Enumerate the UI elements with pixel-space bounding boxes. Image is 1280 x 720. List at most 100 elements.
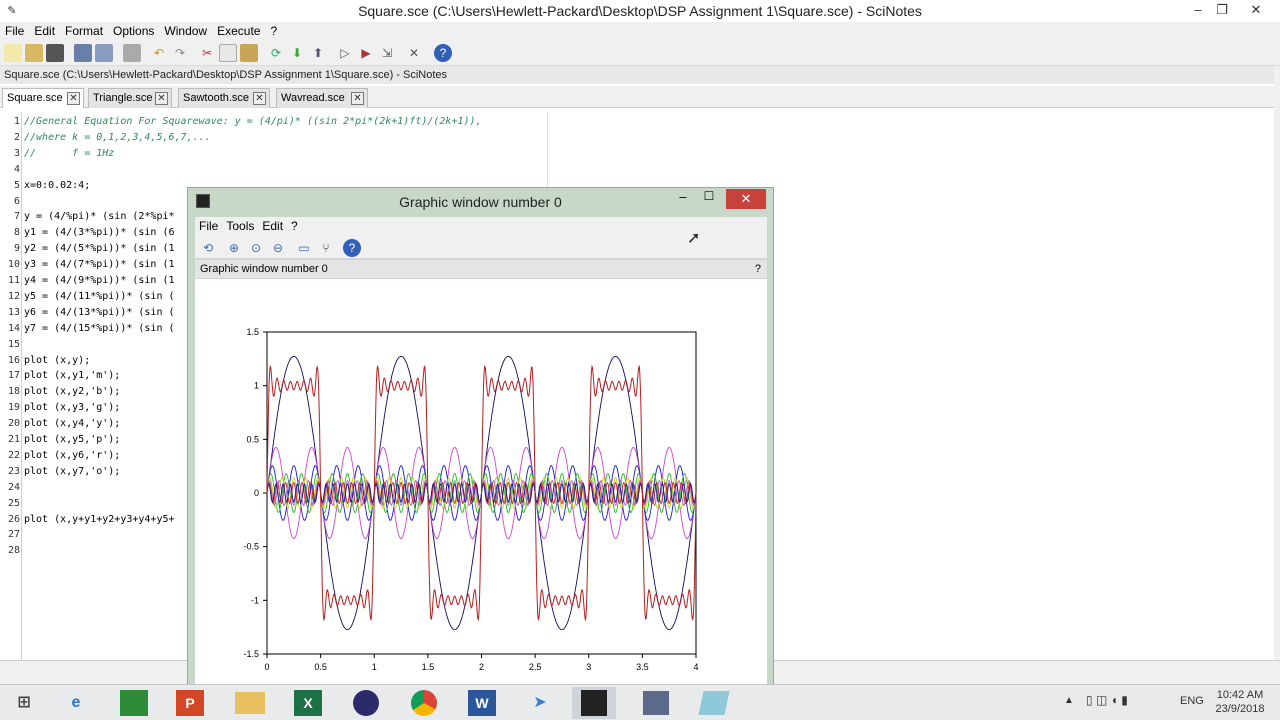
code-line[interactable]: y1 = (4/(3*%pi))* (sin (6 [24,227,175,238]
line-number: 13 [7,306,20,318]
menu-window[interactable]: Window [159,22,212,40]
excel-icon[interactable]: X [294,690,322,716]
graphic-help-icon[interactable]: ? [343,239,361,257]
graphic-label-help[interactable]: ? [755,263,761,275]
close-tab-icon[interactable]: ✕ [67,92,80,105]
code-line[interactable]: plot (x,y1,'m'); [24,370,120,381]
graphic-close-button[interactable]: ✕ [726,189,766,209]
line-number: 19 [7,402,20,414]
graphic-minimize-button[interactable]: – [673,189,693,204]
zoom-out-icon[interactable]: ⊖ [269,239,287,257]
code-line[interactable]: plot (x,y+y1+y2+y3+y4+y5+ [24,514,175,525]
menu-execute[interactable]: Execute [212,22,265,40]
undo-icon[interactable]: ↶ [150,44,168,62]
run-with-echo-icon[interactable]: ▶ [357,44,375,62]
menu-help[interactable]: ? [265,22,282,40]
menu-format[interactable]: Format [60,22,108,40]
code-line[interactable]: y6 = (4/(13*%pi))* (sin ( [24,307,175,318]
file-explorer-icon[interactable] [235,692,265,714]
code-line[interactable]: // f = 1Hz [24,148,114,159]
word-icon[interactable]: W [468,690,496,716]
help-icon[interactable]: ? [434,44,452,62]
scilab-taskbar-icon[interactable] [581,690,607,716]
save-icon[interactable] [74,44,92,62]
execute-save-icon[interactable]: ⬇ [288,44,306,62]
code-line[interactable]: y = (4/%pi)* (sin (2*%pi* [24,211,175,222]
close-tab-icon[interactable]: ✕ [351,92,364,105]
graphic-menu-tools[interactable]: Tools [222,217,258,235]
code-line[interactable]: plot (x,y2,'b'); [24,386,120,397]
tab-square[interactable]: Square.sce ✕ [2,88,84,108]
run-until-caret-icon[interactable]: ⇲ [378,44,396,62]
open-folder-icon[interactable] [25,44,43,62]
tab-wavread[interactable]: Wavread.sce ✕ [276,88,368,108]
open-recent-icon[interactable] [46,44,64,62]
code-line[interactable]: y4 = (4/(9*%pi))* (sin (1 [24,275,175,286]
menu-file[interactable]: File [0,22,29,40]
maximize-button[interactable]: ❐ [1208,0,1236,20]
plot-canvas[interactable]: 0 0.5 1 1.5 2 2.5 3 3.5 4 1.5 1 0.5 0 -0.5 -1 -1.5 [195,279,767,684]
close-button[interactable]: ✕ [1236,0,1276,20]
project-icon[interactable] [120,690,148,716]
code-line[interactable]: y5 = (4/(11*%pi))* (sin ( [24,291,175,302]
glass-app-icon[interactable] [698,691,730,715]
code-line[interactable]: plot (x,y); [24,355,90,366]
datatip-icon[interactable]: ▭ [295,239,313,257]
find-replace-icon[interactable]: ⟳ [267,44,285,62]
zoom-in-icon[interactable]: ⊕ [225,239,243,257]
code-line[interactable]: x=0:0.02:4; [24,180,90,191]
code-line[interactable]: y3 = (4/(7*%pi))* (sin (1 [24,259,175,270]
line-number: 2 [13,131,20,143]
clock[interactable]: 10:42 AM 23/9/2018 [1212,688,1268,716]
menu-edit[interactable]: Edit [29,22,60,40]
new-file-icon[interactable] [4,44,22,62]
code-line[interactable]: plot (x,y3,'g'); [24,402,120,413]
line-number: 1 [13,116,20,127]
paste-icon[interactable] [240,44,258,62]
code-line[interactable]: //General Equation For Squarewave: y = (… [24,116,482,127]
save-as-icon[interactable] [95,44,113,62]
zoom-area-icon[interactable]: ⊙ [247,239,265,257]
tools-icon[interactable]: ✕ [405,44,423,62]
cut-icon[interactable]: ✂ [198,44,216,62]
redo-icon[interactable]: ↷ [171,44,189,62]
code-line[interactable]: plot (x,y7,'o'); [24,466,120,477]
tray-up-arrow-icon[interactable]: ▲ [1064,695,1074,706]
run-icon[interactable]: ▷ [336,44,354,62]
editor-icon[interactable]: ⑂ [317,239,335,257]
close-tab-icon[interactable]: ✕ [253,92,266,105]
line-number: 10 [7,259,20,271]
graphic-maximize-button[interactable]: ☐ [699,189,719,203]
code-line[interactable]: y7 = (4/(15*%pi))* (sin ( [24,323,175,334]
language-indicator[interactable]: ENG [1180,695,1204,707]
chart-svg: 0 0.5 1 1.5 2 2.5 3 3.5 4 1.5 1 0.5 0 -0.5 -1 -1.5 [243,327,698,672]
copy-icon[interactable] [219,44,237,62]
graphic-menu-edit[interactable]: Edit [258,217,287,235]
code-line[interactable]: //where k = 0,1,2,3,4,5,6,7,... [24,132,211,143]
powerpoint-icon[interactable]: P [176,690,204,716]
start-button-icon[interactable]: ⊞ [2,687,46,719]
tab-triangle[interactable]: Triangle.sce ✕ [88,88,172,108]
app-bird-icon[interactable]: ➤ [518,687,562,719]
chrome-icon[interactable] [411,690,437,716]
load-into-scilab-icon[interactable]: ⬆ [309,44,327,62]
internet-explorer-icon[interactable]: e [54,687,98,719]
graphic-menu-help[interactable]: ? [287,217,302,235]
vertical-scrollbar[interactable] [1274,66,1280,660]
code-line[interactable]: y2 = (4/(5*%pi))* (sin (1 [24,243,175,254]
menu-bar: File Edit Format Options Window Execute? [0,22,1280,40]
eclipse-icon[interactable] [353,690,379,716]
rotate-icon[interactable]: ⟲ [199,239,217,257]
print-icon[interactable] [123,44,141,62]
line-number: 9 [13,243,20,255]
graphic-window[interactable]: Graphic window number 0 – ☐ ✕ File Tools E… [187,187,774,687]
close-tab-icon[interactable]: ✕ [155,92,168,105]
code-line[interactable]: plot (x,y4,'y'); [24,418,120,429]
tab-sawtooth[interactable]: Sawtooth.sce ✕ [178,88,270,108]
tray-icons[interactable]: ▯ ◫ ◖ ▮ [1086,693,1128,707]
graphic-menu-file[interactable]: File [195,217,222,235]
media-icon[interactable] [643,691,669,715]
menu-options[interactable]: Options [108,22,159,40]
code-line[interactable]: plot (x,y6,'r'); [24,450,120,461]
code-line[interactable]: plot (x,y5,'p'); [24,434,120,445]
